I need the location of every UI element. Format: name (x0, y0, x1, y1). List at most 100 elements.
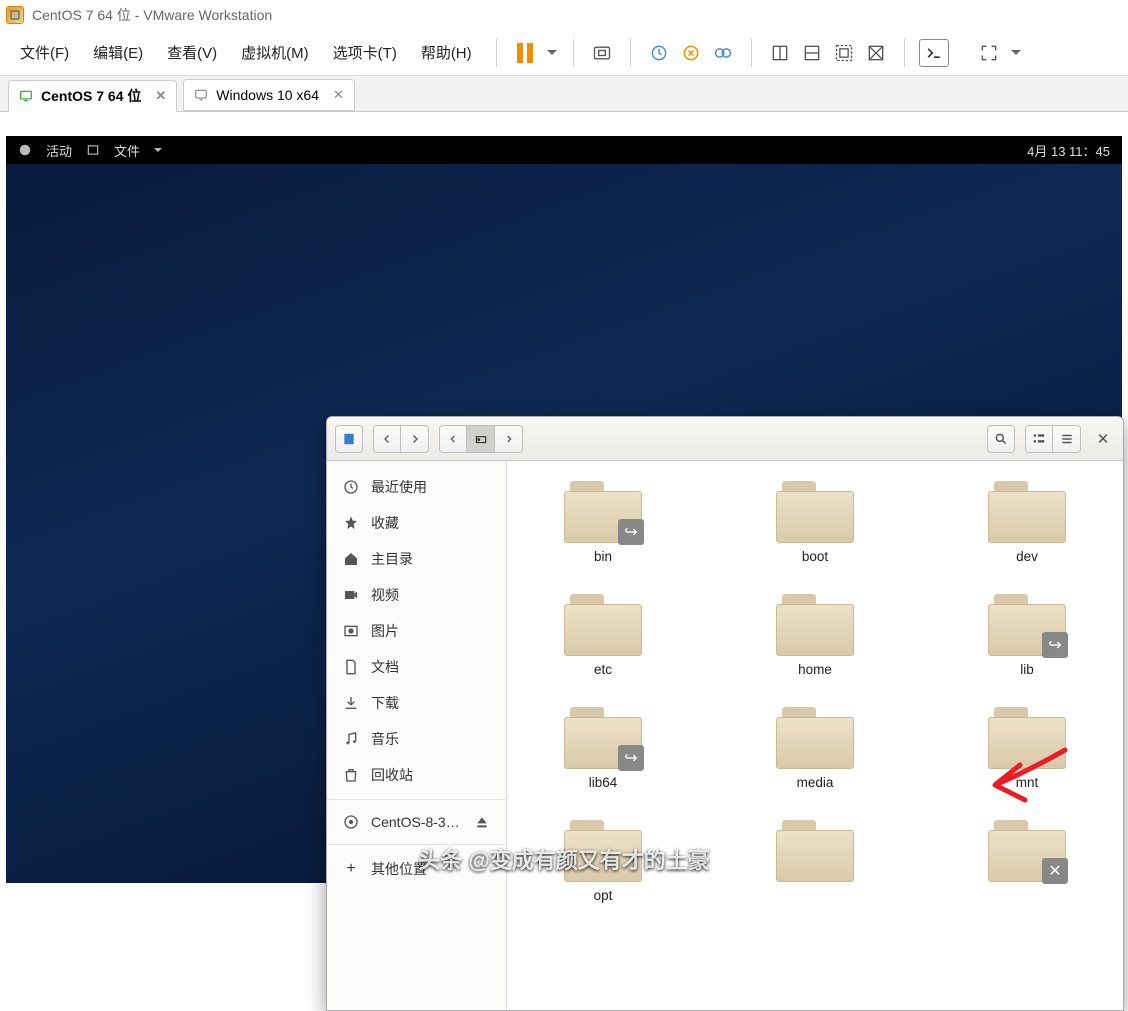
vm-tab-centos[interactable]: CentOS 7 64 位 ✕ (8, 80, 177, 112)
separator (630, 39, 631, 67)
sidebar-label: 收藏 (371, 513, 399, 533)
menu-help[interactable]: 帮助(H) (411, 38, 482, 67)
forward-button[interactable] (401, 425, 429, 453)
folder-bin[interactable]: ↪bin (543, 481, 663, 564)
menu-edit[interactable]: 编辑(E) (83, 38, 153, 67)
folder-label: boot (802, 549, 828, 564)
menu-tabs[interactable]: 选项卡(T) (323, 38, 407, 67)
folder-home[interactable]: home (755, 594, 875, 677)
folder-icon: ↪ (564, 707, 642, 769)
folder-etc[interactable]: etc (543, 594, 663, 677)
sidebar-label: 文档 (371, 657, 399, 677)
app-menu-label[interactable]: 文件 (114, 141, 140, 160)
fullscreen-button[interactable] (975, 39, 1003, 67)
sidebar-label: CentOS-8-3… (371, 814, 460, 830)
folder-label: bin (594, 549, 612, 564)
chevron-down-icon (154, 148, 162, 156)
separator (904, 39, 905, 67)
snapshot-manager-button[interactable] (709, 39, 737, 67)
console-icon[interactable] (919, 39, 949, 67)
view-unity-button[interactable] (830, 39, 858, 67)
vm-tabbar: CentOS 7 64 位 ✕ Windows 10 x64 ✕ (0, 76, 1128, 112)
folder-icon (776, 594, 854, 656)
vm-tab-label: CentOS 7 64 位 (41, 86, 141, 106)
menu-vm[interactable]: 虚拟机(M) (231, 38, 319, 67)
folder-icon (776, 481, 854, 543)
view-console-button[interactable] (862, 39, 890, 67)
file-manager-sidebar: 最近使用 收藏 主目录 视频 图片 文档 下载 音乐 回收站 CentOS-8-… (327, 461, 507, 1010)
guest-desktop: 活动 文件 4月 13 11：45 ✕ (6, 136, 1122, 883)
sidebar-item-home[interactable]: 主目录 (327, 541, 506, 577)
symlink-badge-icon: ↪ (618, 745, 644, 771)
sidebar-item-downloads[interactable]: 下载 (327, 685, 506, 721)
close-icon[interactable]: ✕ (155, 88, 166, 104)
sidebar-label: 下载 (371, 693, 399, 713)
path-prev-button[interactable] (439, 425, 467, 453)
close-icon[interactable]: ✕ (333, 87, 344, 103)
folder-label: mnt (1016, 775, 1039, 790)
places-button[interactable] (335, 425, 363, 453)
sidebar-item-pictures[interactable]: 图片 (327, 613, 506, 649)
sidebar-item-disk[interactable]: CentOS-8-3… (327, 806, 506, 838)
sidebar-item-recent[interactable]: 最近使用 (327, 469, 506, 505)
hamburger-menu-button[interactable] (1053, 425, 1081, 453)
vmware-app-icon (6, 6, 24, 24)
sidebar-label: 图片 (371, 621, 399, 641)
sidebar-item-starred[interactable]: 收藏 (327, 505, 506, 541)
folder-icon (776, 820, 854, 882)
folder-lib[interactable]: ↪lib (967, 594, 1087, 677)
folder-label: opt (594, 888, 613, 903)
folder-opt[interactable]: opt (543, 820, 663, 903)
search-button[interactable] (987, 425, 1015, 453)
folder-item[interactable]: ✕ (967, 820, 1087, 903)
vm-tab-windows[interactable]: Windows 10 x64 ✕ (183, 79, 355, 111)
folder-label: dev (1016, 549, 1038, 564)
sidebar-item-videos[interactable]: 视频 (327, 577, 506, 613)
monitor-icon (19, 89, 33, 103)
activities-icon (18, 143, 32, 157)
separator (751, 39, 752, 67)
snapshot-button[interactable] (588, 39, 616, 67)
snapshot-take-button[interactable] (645, 39, 673, 67)
separator (573, 39, 574, 67)
menu-view[interactable]: 查看(V) (157, 38, 227, 67)
sidebar-label: 最近使用 (371, 477, 427, 497)
view-single-button[interactable] (766, 39, 794, 67)
separator (327, 799, 506, 800)
sidebar-item-music[interactable]: 音乐 (327, 721, 506, 757)
view-list-button[interactable] (1025, 425, 1053, 453)
folder-dev[interactable]: dev (967, 481, 1087, 564)
folder-boot[interactable]: boot (755, 481, 875, 564)
fullscreen-dropdown[interactable] (1007, 39, 1023, 67)
path-segment-root[interactable] (467, 425, 495, 453)
sidebar-item-trash[interactable]: 回收站 (327, 757, 506, 793)
symlink-badge-icon: ↪ (1042, 632, 1068, 658)
folder-lib64[interactable]: ↪lib64 (543, 707, 663, 790)
sidebar-item-documents[interactable]: 文档 (327, 649, 506, 685)
file-manager-window: ✕ 最近使用 收藏 主目录 视频 图片 文档 下载 音乐 回收站 CentOS-… (326, 416, 1124, 1011)
folder-mnt[interactable]: mnt (967, 707, 1087, 790)
folder-label: lib64 (589, 775, 618, 790)
menu-file[interactable]: 文件(F) (10, 38, 79, 67)
eject-icon[interactable] (474, 814, 490, 830)
monitor-icon (194, 88, 208, 102)
activities-label[interactable]: 活动 (46, 141, 72, 160)
path-next-button[interactable] (495, 425, 523, 453)
clock[interactable]: 4月 13 11：45 (1027, 141, 1110, 160)
folder-item[interactable] (755, 820, 875, 903)
sidebar-item-other[interactable]: +其他位置 (327, 851, 506, 887)
folder-icon (564, 820, 642, 882)
pause-button[interactable] (511, 39, 539, 67)
separator (327, 844, 506, 845)
window-title: CentOS 7 64 位 - VMware Workstation (32, 5, 272, 25)
view-multi-button[interactable] (798, 39, 826, 67)
window-close-button[interactable]: ✕ (1091, 427, 1115, 451)
pause-dropdown[interactable] (543, 39, 559, 67)
snapshot-revert-button[interactable] (677, 39, 705, 67)
folder-icon (564, 594, 642, 656)
folder-icon: ↪ (988, 594, 1066, 656)
folder-icon (776, 707, 854, 769)
vm-tab-label: Windows 10 x64 (216, 87, 319, 103)
folder-media[interactable]: media (755, 707, 875, 790)
back-button[interactable] (373, 425, 401, 453)
